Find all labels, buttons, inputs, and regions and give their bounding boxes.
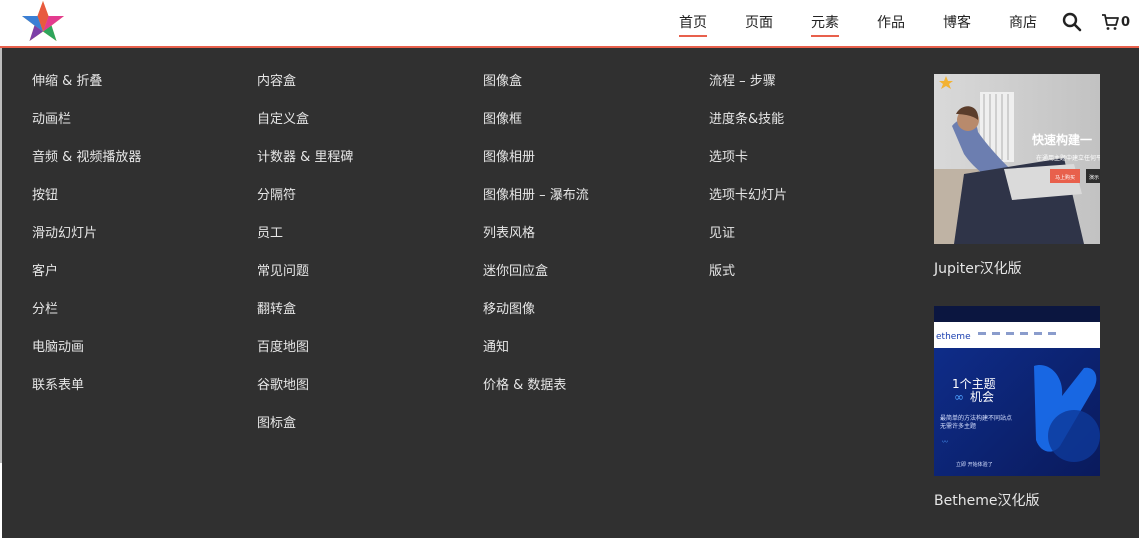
cart-button[interactable]: 0 (1101, 11, 1130, 33)
promo-betheme-brand: etheme (936, 332, 971, 342)
promo-betheme-cta: 立即 开始体验了 (956, 461, 993, 468)
promo-jupiter-headline: 快速构建一 (1032, 132, 1092, 147)
promo-betheme-infinity: ∞ (954, 390, 964, 404)
search-icon[interactable] (1062, 12, 1082, 32)
menu-item[interactable]: 进度条&技能 (709, 107, 787, 145)
menu-item[interactable]: 价格 & 数据表 (483, 373, 589, 411)
menu-item[interactable]: 内容盒 (257, 69, 353, 107)
menu-item[interactable]: 流程 – 步骤 (709, 69, 787, 107)
mega-menu-elements: 伸缩 & 折叠 动画栏 音频 & 视频播放器 按钮 滑动幻灯片 客户 分栏 电脑动画 联系表单 内… (2, 48, 1139, 538)
menu-item[interactable]: 分隔符 (257, 183, 353, 221)
menu-item[interactable]: 伸缩 & 折叠 (32, 69, 141, 107)
site-header: 首页 页面 元素 作品 博客 商店 0 (0, 0, 1139, 46)
menu-item[interactable]: 音频 & 视频播放器 (32, 145, 141, 183)
promo-betheme[interactable]: etheme 1个主题 ∞ 机会 最简单的方法构建不同站点 无需许多主题 〰 立… (934, 306, 1100, 510)
menu-item[interactable]: 图像相册 – 瀑布流 (483, 183, 589, 221)
menu-item[interactable]: 版式 (709, 259, 787, 297)
menu-item[interactable]: 通知 (483, 335, 589, 373)
promo-jupiter-button2: 演示 (1089, 174, 1099, 181)
nav-item-4[interactable]: 博客 (924, 3, 990, 43)
menu-item[interactable]: 选项卡 (709, 145, 787, 183)
menu-item[interactable]: 图像盒 (483, 69, 589, 107)
promo-betheme-desc-2: 无需许多主题 (940, 422, 976, 430)
menu-item[interactable]: 客户 (32, 259, 141, 297)
promo-betheme-headline-1: 1个主题 (952, 377, 996, 391)
menu-item[interactable]: 迷你回应盒 (483, 259, 589, 297)
menu-item[interactable]: 图像相册 (483, 145, 589, 183)
menu-item[interactable]: 电脑动画 (32, 335, 141, 373)
menu-item[interactable]: 翻转盒 (257, 297, 353, 335)
menu-item[interactable]: 员工 (257, 221, 353, 259)
promo-jupiter-subline: 在通用主题中建立任何平 (1036, 154, 1100, 162)
menu-item[interactable]: 列表风格 (483, 221, 589, 259)
menu-item[interactable]: 移动图像 (483, 297, 589, 335)
nav-item-0[interactable]: 首页 (660, 3, 726, 43)
menu-item[interactable]: 按钮 (32, 183, 141, 221)
menu-item[interactable]: 自定义盒 (257, 107, 353, 145)
menu-item[interactable]: 常见问题 (257, 259, 353, 297)
promo-jupiter[interactable]: 快速构建一 在通用主题中建立任何平 马上购买 演示 Jupiter汉化版 (934, 74, 1100, 278)
menu-item[interactable]: 见证 (709, 221, 787, 259)
promo-betheme-desc-1: 最简单的方法构建不同站点 (940, 414, 1012, 422)
menu-item[interactable]: 滑动幻灯片 (32, 221, 141, 259)
nav-item-3[interactable]: 作品 (858, 3, 924, 43)
menu-item[interactable]: 选项卡幻灯片 (709, 183, 787, 221)
menu-column-4: 流程 – 步骤 进度条&技能 选项卡 选项卡幻灯片 见证 版式 (709, 69, 787, 297)
menu-item[interactable]: 百度地图 (257, 335, 353, 373)
cart-count: 0 (1121, 14, 1131, 30)
menu-column-3: 图像盒 图像框 图像相册 图像相册 – 瀑布流 列表风格 迷你回应盒 移动图像 通知 价格 & … (483, 69, 589, 411)
menu-item[interactable]: 图像框 (483, 107, 589, 145)
menu-item[interactable]: 图标盒 (257, 411, 353, 449)
promo-jupiter-title[interactable]: Jupiter汉化版 (934, 258, 1100, 278)
main-nav: 首页 页面 元素 作品 博客 商店 (660, 0, 1056, 46)
menu-item[interactable]: 计数器 & 里程碑 (257, 145, 353, 183)
promo-jupiter-button1: 马上购买 (1055, 174, 1075, 181)
promo-betheme-image[interactable]: etheme 1个主题 ∞ 机会 最简单的方法构建不同站点 无需许多主题 〰 立… (934, 306, 1100, 476)
menu-column-2: 内容盒 自定义盒 计数器 & 里程碑 分隔符 员工 常见问题 翻转盒 百度地图 谷歌地图 图标盒 (257, 69, 353, 449)
menu-item[interactable]: 分栏 (32, 297, 141, 335)
cart-icon (1102, 14, 1119, 30)
menu-item[interactable]: 谷歌地图 (257, 373, 353, 411)
menu-item[interactable]: 联系表单 (32, 373, 141, 411)
svg-text:〰: 〰 (942, 439, 948, 446)
promo-betheme-headline-2: 机会 (970, 390, 994, 404)
promo-betheme-title[interactable]: Betheme汉化版 (934, 490, 1100, 510)
logo-star-icon[interactable] (20, 0, 66, 44)
menu-item[interactable]: 动画栏 (32, 107, 141, 145)
nav-item-1[interactable]: 页面 (726, 3, 792, 43)
nav-item-5[interactable]: 商店 (990, 3, 1056, 43)
nav-item-2[interactable]: 元素 (792, 3, 858, 43)
menu-column-1: 伸缩 & 折叠 动画栏 音频 & 视频播放器 按钮 滑动幻灯片 客户 分栏 电脑动画 联系表单 (32, 69, 141, 411)
promo-jupiter-image[interactable]: 快速构建一 在通用主题中建立任何平 马上购买 演示 (934, 74, 1100, 244)
